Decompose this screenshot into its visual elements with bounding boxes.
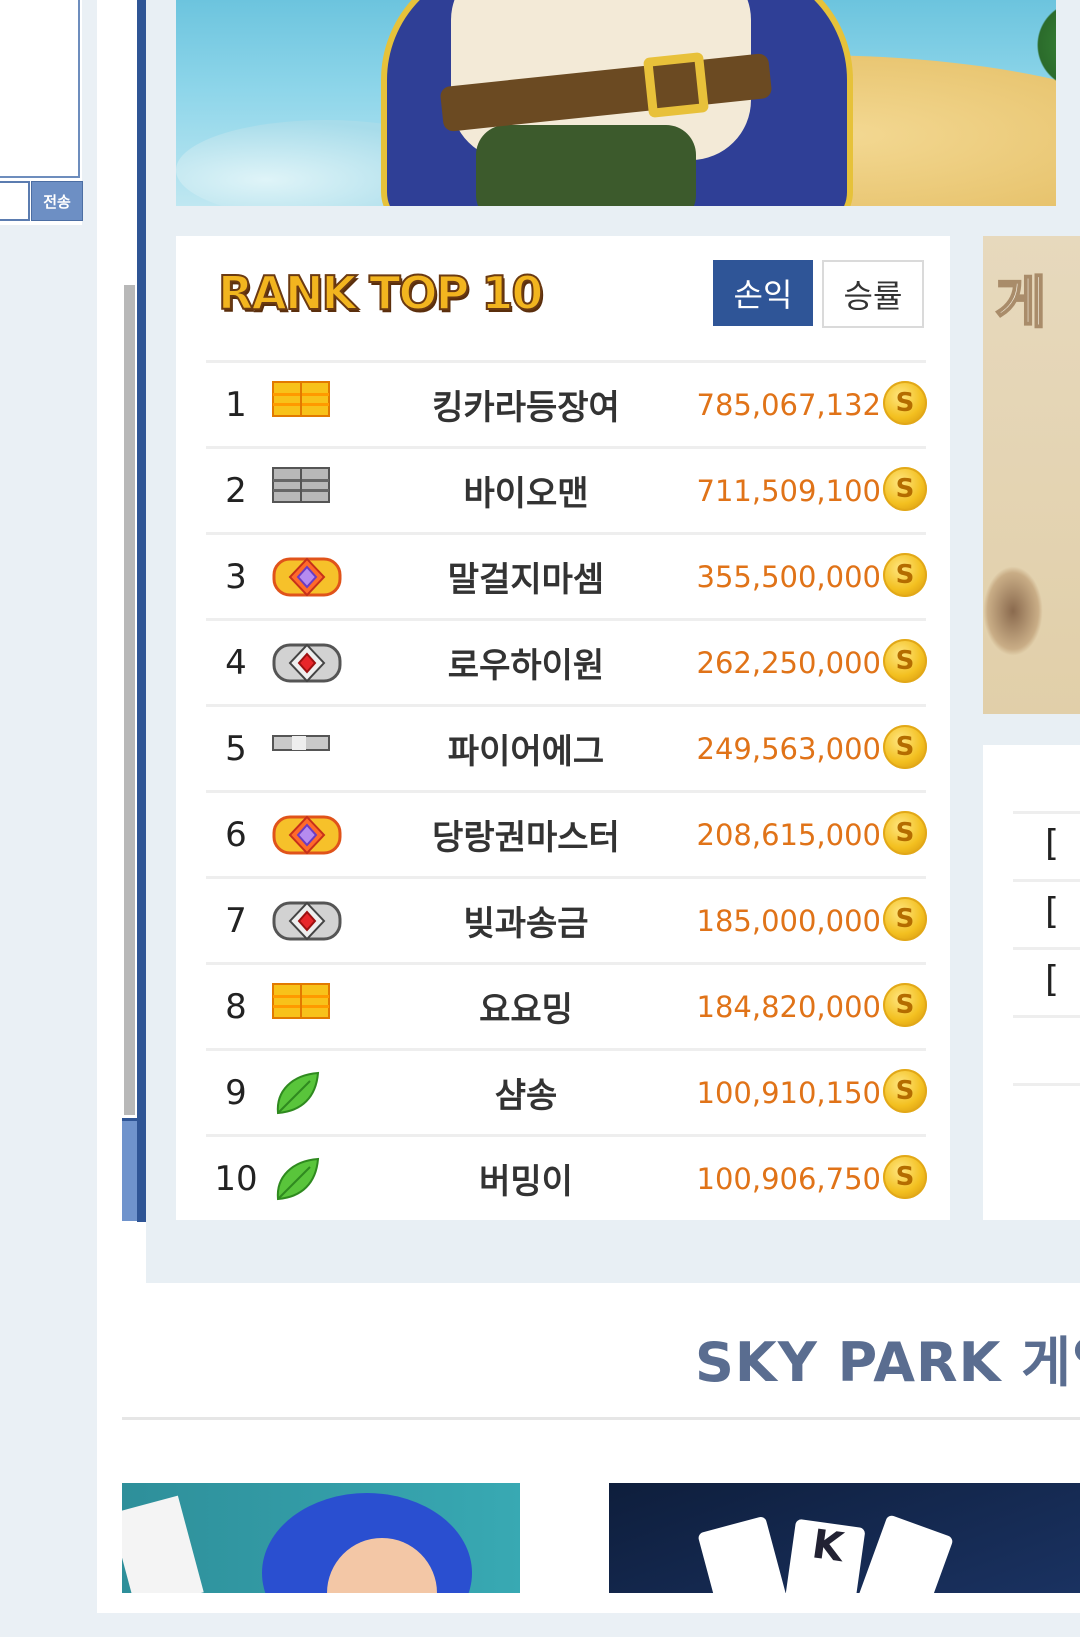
rank-number: 7 [225, 900, 247, 941]
player-name[interactable]: 당랑권마스터 [396, 810, 656, 859]
rank-row[interactable]: 7 빚과송금 185,000,000 S [206, 876, 927, 962]
player-name[interactable]: 요요밍 [396, 982, 656, 1031]
rank-number: 4 [225, 642, 247, 683]
coin-icon: S [883, 1155, 927, 1199]
rank-row[interactable]: 6 당랑권마스터 208,615,000 S [206, 790, 927, 876]
coin-icon: S [883, 381, 927, 425]
side-game-banner[interactable]: 게 [983, 236, 1080, 714]
coin-icon: S [883, 983, 927, 1027]
rank-number: 9 [225, 1072, 247, 1113]
rank-number: 3 [225, 556, 247, 597]
games-section-title: SKY PARK 게임 [695, 1331, 1080, 1394]
rank-number: 8 [225, 986, 247, 1027]
bottom-strip [0, 1613, 1080, 1637]
rank-row[interactable]: 1 킹카라등장여 785,067,132 S [206, 360, 927, 446]
coin-icon: S [883, 1069, 927, 1113]
coin-icon: S [883, 725, 927, 769]
section-divider [122, 1417, 1080, 1420]
game-thumbnail[interactable] [122, 1483, 520, 1593]
rank-title: RANK TOP 10 [217, 265, 544, 321]
frame-tab[interactable] [122, 1118, 137, 1221]
rank-badge-icon [272, 1155, 342, 1203]
rank-number: 1 [225, 384, 247, 425]
rank-row[interactable]: 5 파이어에그 249,563,000 S [206, 704, 927, 790]
rank-badge-icon [272, 897, 342, 945]
player-amount: 249,563,000 [696, 731, 882, 766]
player-amount: 100,906,750 [696, 1161, 882, 1196]
coin-icon: S [883, 811, 927, 855]
player-amount: 208,615,000 [696, 817, 882, 852]
rank-list: 1 킹카라등장여 785,067,132 S 2 바이오맨 711,509,100 S 3 말걸지… [206, 360, 927, 1220]
side-notice-list: [ [ [ [983, 745, 1080, 1220]
coin-icon: S [883, 897, 927, 941]
left-gutter-top [82, 0, 97, 225]
player-name[interactable]: 샴송 [396, 1068, 656, 1117]
rank-row[interactable]: 3 말걸지마셈 355,500,000 S [206, 532, 927, 618]
player-amount: 711,509,100 [696, 473, 882, 508]
divider [1013, 811, 1080, 814]
player-name[interactable]: 파이어에그 [396, 724, 656, 773]
player-name[interactable]: 로우하이원 [396, 638, 656, 687]
divider [1013, 947, 1080, 950]
left-gutter [0, 225, 97, 1637]
rank-row[interactable]: 10 버밍이 100,906,750 S [206, 1134, 927, 1220]
player-name[interactable]: 바이오맨 [396, 466, 656, 515]
player-amount: 785,067,132 [696, 387, 882, 422]
player-name[interactable]: 빚과송금 [396, 896, 656, 945]
divider [1013, 1015, 1080, 1018]
pirate-legs [476, 125, 696, 206]
player-amount: 184,820,000 [696, 989, 882, 1024]
rank-row[interactable]: 8 요요밍 184,820,000 S [206, 962, 927, 1048]
rank-card: RANK TOP 10 손익 승률 1 킹카라등장여 785,067,132 S 2 바이… [176, 236, 950, 1220]
tab-winrate[interactable]: 승률 [822, 260, 924, 328]
side-character [983, 566, 1043, 656]
rank-badge-icon [272, 467, 342, 515]
rank-badge-icon [272, 983, 342, 1031]
playing-card-icon [697, 1515, 791, 1593]
promo-banner[interactable] [176, 0, 1056, 206]
notice-item[interactable]: [ [1045, 891, 1059, 932]
rank-number: 6 [225, 814, 247, 855]
player-name[interactable]: 버밍이 [396, 1154, 656, 1203]
rank-number: 5 [225, 728, 247, 769]
palm-tree-icon [1026, 0, 1056, 90]
player-name[interactable]: 킹카라등장여 [396, 380, 656, 429]
notice-item[interactable]: [ [1045, 959, 1059, 1000]
rank-row[interactable]: 4 로우하이원 262,250,000 S [206, 618, 927, 704]
scrollbar-thumb[interactable] [124, 285, 135, 1115]
coin-icon: S [883, 467, 927, 511]
rank-badge-icon [272, 553, 342, 601]
coin-icon: S [883, 639, 927, 683]
player-amount: 355,500,000 [696, 559, 882, 594]
game-thumbnail[interactable]: K [609, 1483, 1080, 1593]
rank-badge-icon [272, 381, 342, 429]
divider [1013, 1083, 1080, 1086]
send-button[interactable]: 전송 [31, 181, 83, 221]
rank-badge-icon [272, 811, 342, 859]
player-name[interactable]: 말걸지마셈 [396, 552, 656, 601]
divider [1013, 879, 1080, 882]
rank-row[interactable]: 9 샴송 100,910,150 S [206, 1048, 927, 1134]
player-amount: 262,250,000 [696, 645, 882, 680]
chat-message-area[interactable] [0, 0, 80, 178]
coin-icon: S [883, 553, 927, 597]
rank-row[interactable]: 2 바이오맨 711,509,100 S [206, 446, 927, 532]
belt-buckle [643, 52, 709, 118]
rank-number: 10 [214, 1158, 258, 1199]
player-amount: 185,000,000 [696, 903, 882, 938]
notice-item[interactable]: [ [1045, 823, 1059, 864]
rank-badge-icon [272, 725, 342, 773]
playing-card-icon [122, 1495, 204, 1593]
player-amount: 100,910,150 [696, 1075, 882, 1110]
chat-input[interactable] [0, 181, 30, 221]
tab-profit[interactable]: 손익 [713, 260, 813, 326]
rank-badge-icon [272, 639, 342, 687]
rank-number: 2 [225, 470, 247, 511]
rank-badge-icon [272, 1069, 342, 1117]
side-banner-text: 게 [994, 270, 1048, 337]
playing-card-icon: K [782, 1518, 866, 1593]
playing-card-icon [854, 1514, 954, 1593]
